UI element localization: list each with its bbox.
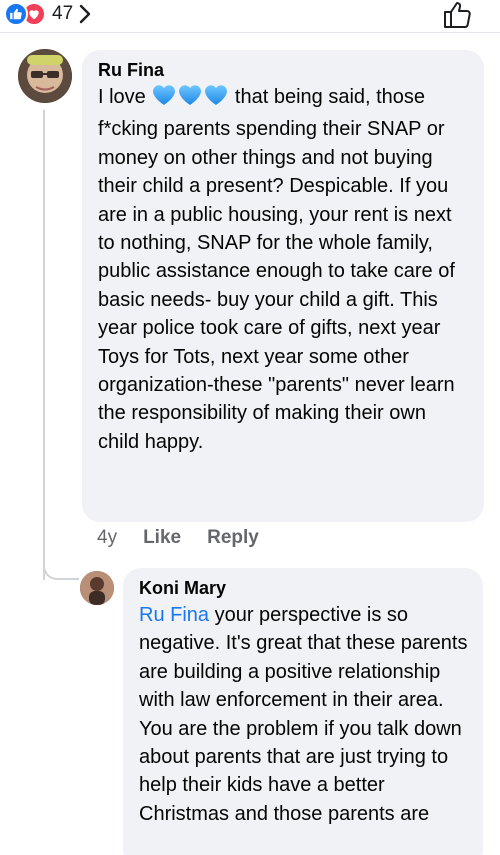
comment-timestamp[interactable]: 4y [97, 527, 117, 549]
comment-text-start: I love [98, 86, 152, 108]
comment-actions: 4y Like Reply [97, 527, 285, 549]
reply-avatar[interactable] [80, 571, 114, 605]
reaction-count: 47 [52, 3, 74, 24]
like-reaction-icon [4, 2, 28, 26]
mention-link[interactable]: Ru Fina [139, 604, 209, 626]
thumbs-up-icon [444, 2, 471, 28]
reply-text-content: your perspective is so negative. It's gr… [139, 604, 468, 825]
reactions-summary[interactable]: 47 [4, 2, 91, 26]
chevron-right-icon [79, 4, 91, 24]
reply-author[interactable]: Koni Mary [139, 576, 469, 600]
reply-bubble: Koni Mary Ru Fina your perspective is so… [123, 568, 483, 855]
blue-hearts-icon [151, 83, 229, 115]
comment-text-rest: that being said, those f*cking parents s… [98, 86, 455, 453]
thread-line [43, 110, 45, 580]
divider [0, 32, 500, 33]
reply-comment-button[interactable]: Reply [207, 527, 259, 549]
avatar[interactable] [18, 49, 72, 103]
comment-text: I love that being said, those f*cking pa… [98, 83, 470, 456]
comment-bubble: Ru Fina I love that being said, those f*… [82, 50, 484, 522]
like-button[interactable] [442, 0, 474, 30]
reply-text: Ru Fina your perspective is so negative.… [139, 601, 469, 828]
like-comment-button[interactable]: Like [143, 527, 181, 549]
post-reactions-bar: 47 [0, 0, 500, 30]
comment-author[interactable]: Ru Fina [98, 58, 470, 82]
thread-connector [43, 556, 79, 580]
